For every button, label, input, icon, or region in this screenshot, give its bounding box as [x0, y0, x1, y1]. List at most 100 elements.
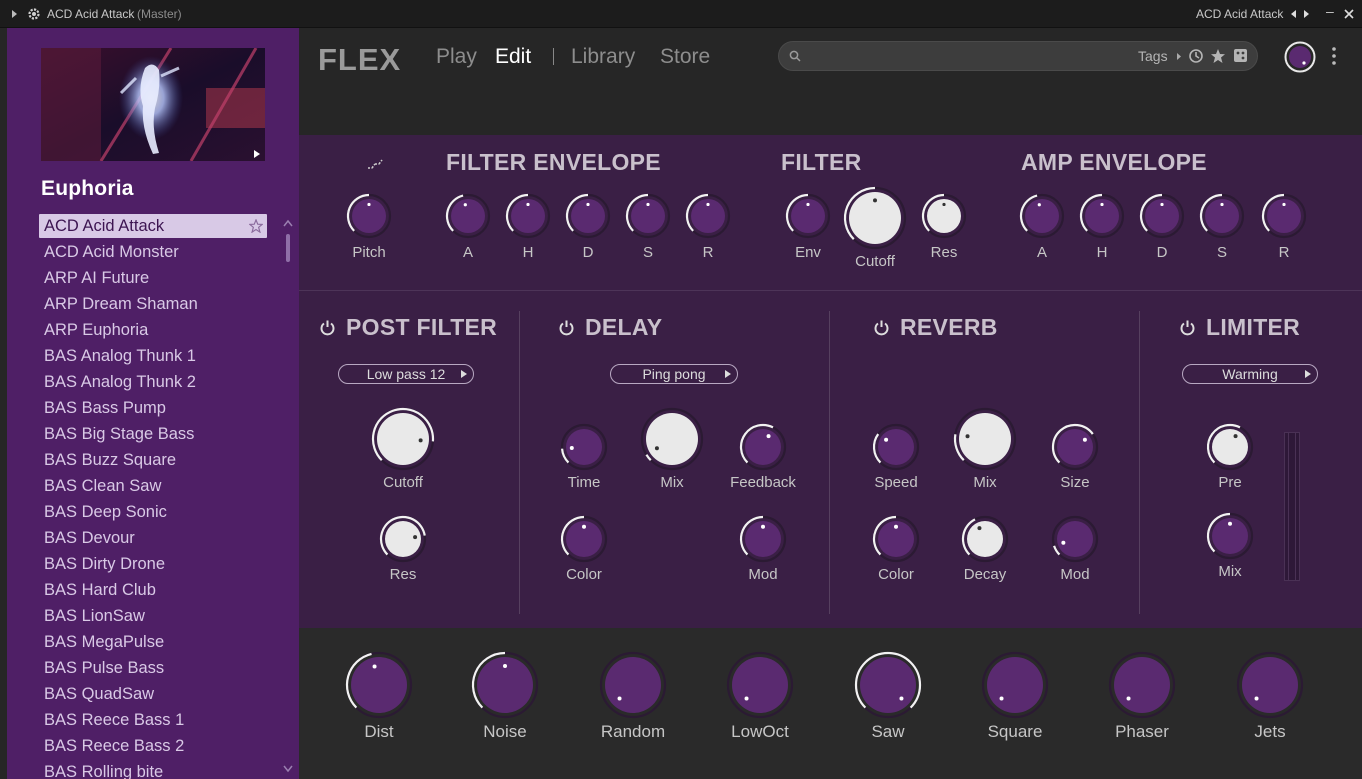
more-options-icon[interactable]: [1331, 46, 1337, 66]
macro-random-knob[interactable]: [596, 648, 670, 722]
fx-divider-2: [829, 311, 830, 614]
preset-item[interactable]: ARP Euphoria: [39, 318, 267, 342]
preset-item[interactable]: BAS Analog Thunk 1: [39, 344, 267, 368]
pitch-mode-icon[interactable]: [366, 158, 384, 170]
preset-item[interactable]: BAS Devour: [39, 526, 267, 550]
preset-item[interactable]: BAS Clean Saw: [39, 474, 267, 498]
macro-noise-knob[interactable]: [468, 648, 542, 722]
limiter-mix-knob[interactable]: [1203, 509, 1257, 563]
preset-item[interactable]: BAS Hard Club: [39, 578, 267, 602]
post-filter-power-icon[interactable]: [319, 319, 336, 336]
preset-item[interactable]: BAS MegaPulse: [39, 630, 267, 654]
macro-saw-knob[interactable]: [851, 648, 925, 722]
star-icon[interactable]: [1210, 48, 1226, 64]
delay-mod-knob[interactable]: [736, 512, 790, 566]
delay-power-icon[interactable]: [558, 319, 575, 336]
preset-item[interactable]: BAS Rolling bite: [39, 760, 267, 779]
nav-edit[interactable]: Edit: [495, 45, 531, 69]
macro-lowoct-knob[interactable]: [723, 648, 797, 722]
limiter-pre-knob[interactable]: [1203, 420, 1257, 474]
nav-play[interactable]: Play: [436, 45, 477, 69]
delay-mod-label: Mod: [748, 566, 778, 583]
reverb-color-knob[interactable]: [869, 512, 923, 566]
preset-item[interactable]: BAS QuadSaw: [39, 682, 267, 706]
nav-store[interactable]: Store: [660, 45, 710, 69]
delay-time-knob[interactable]: [557, 420, 611, 474]
gear-icon[interactable]: [27, 7, 41, 21]
macro-square-knob[interactable]: [978, 648, 1052, 722]
fx-divider-3: [1139, 311, 1140, 614]
limiter-power-icon[interactable]: [1179, 319, 1196, 336]
close-icon[interactable]: [1344, 9, 1354, 19]
preset-item[interactable]: BAS Reece Bass 1: [39, 708, 267, 732]
preset-item-selected[interactable]: ACD Acid Attack: [39, 214, 267, 238]
search-input[interactable]: [809, 46, 1129, 66]
macro-jets-knob[interactable]: [1233, 648, 1307, 722]
tags-button[interactable]: Tags: [1138, 48, 1168, 64]
next-preset-icon[interactable]: [1303, 9, 1311, 19]
scroll-up-icon[interactable]: [283, 219, 293, 227]
filter-env-s-knob[interactable]: [622, 190, 674, 242]
filter-env-h-knob[interactable]: [502, 190, 554, 242]
tags-arrow-icon[interactable]: [1176, 52, 1182, 61]
reverb-speed-knob[interactable]: [869, 420, 923, 474]
random-dice-icon[interactable]: [1233, 48, 1248, 63]
amp-env-r-knob[interactable]: [1258, 190, 1310, 242]
preset-item[interactable]: BAS Buzz Square: [39, 448, 267, 472]
filter-res-knob[interactable]: [918, 190, 970, 242]
expand-arrow-icon[interactable]: [11, 9, 19, 19]
amp-env-s-knob[interactable]: [1196, 190, 1248, 242]
delay-mix-knob[interactable]: [637, 404, 707, 474]
preset-artwork[interactable]: [41, 48, 265, 161]
macro-dist-knob[interactable]: [342, 648, 416, 722]
reverb-mix-knob[interactable]: [950, 404, 1020, 474]
delay-color-knob[interactable]: [557, 512, 611, 566]
favorite-star-icon[interactable]: [249, 219, 263, 233]
post-filter-cutoff-knob[interactable]: [368, 404, 438, 474]
nav-library[interactable]: Library: [571, 45, 635, 69]
post-filter-res-knob[interactable]: [376, 512, 430, 566]
preset-item[interactable]: BAS Bass Pump: [39, 396, 267, 420]
reverb-decay-knob[interactable]: [958, 512, 1012, 566]
preset-item[interactable]: ACD Acid Monster: [39, 240, 267, 264]
preset-item[interactable]: BAS Pulse Bass: [39, 656, 267, 680]
macro-phaser-knob[interactable]: [1105, 648, 1179, 722]
preset-item[interactable]: ARP AI Future: [39, 266, 267, 290]
preset-item[interactable]: BAS LionSaw: [39, 604, 267, 628]
preset-item[interactable]: BAS Deep Sonic: [39, 500, 267, 524]
preset-item[interactable]: BAS Analog Thunk 2: [39, 370, 267, 394]
limiter-mode-dropdown[interactable]: Warming: [1182, 364, 1318, 384]
amp-env-d-knob[interactable]: [1136, 190, 1188, 242]
search-bar[interactable]: Tags: [778, 41, 1258, 71]
filter-env-r-knob[interactable]: [682, 190, 734, 242]
reverb-size-knob[interactable]: [1048, 420, 1102, 474]
preset-item[interactable]: BAS Dirty Drone: [39, 552, 267, 576]
master-volume-knob[interactable]: [1284, 41, 1316, 73]
preset-item[interactable]: ARP Dream Shaman: [39, 292, 267, 316]
scroll-down-icon[interactable]: [283, 765, 293, 773]
history-icon[interactable]: [1188, 48, 1204, 64]
filter-env-a-knob[interactable]: [442, 190, 494, 242]
delay-title: DELAY: [585, 314, 663, 340]
scrollbar-thumb[interactable]: [286, 234, 290, 262]
preset-item[interactable]: BAS Big Stage Bass: [39, 422, 267, 446]
limiter-mode-value: Warming: [1222, 366, 1278, 382]
reverb-power-icon[interactable]: [873, 319, 890, 336]
preset-title: Euphoria: [41, 177, 134, 200]
amp-env-h-knob[interactable]: [1076, 190, 1128, 242]
filter-env-d-knob[interactable]: [562, 190, 614, 242]
preset-selector-label[interactable]: ACD Acid Attack: [1196, 7, 1283, 21]
previous-preset-icon[interactable]: [1289, 9, 1297, 19]
delay-mode-dropdown[interactable]: Ping pong: [610, 364, 738, 384]
delay-feedback-knob[interactable]: [736, 420, 790, 474]
reverb-mod-knob[interactable]: [1048, 512, 1102, 566]
minimize-button[interactable]: –: [1326, 4, 1334, 18]
reverb-size-label: Size: [1060, 474, 1090, 491]
preset-item-label: BAS Buzz Square: [44, 451, 177, 469]
preset-item[interactable]: BAS Reece Bass 2: [39, 734, 267, 758]
amp-env-a-knob[interactable]: [1016, 190, 1068, 242]
filter-env-amount-knob[interactable]: [782, 190, 834, 242]
post-filter-mode-dropdown[interactable]: Low pass 12: [338, 364, 474, 384]
pitch-knob[interactable]: [343, 190, 395, 242]
filter-cutoff-knob[interactable]: [840, 183, 910, 253]
